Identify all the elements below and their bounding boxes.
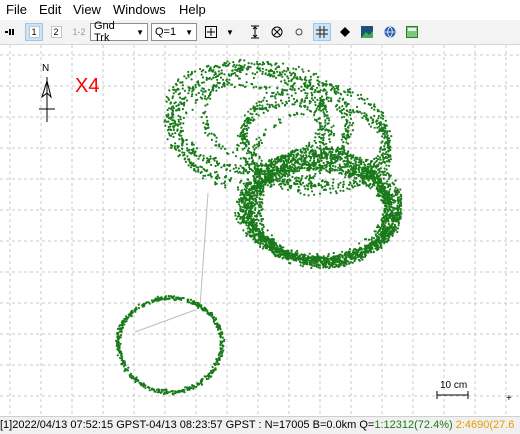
globe-icon[interactable] (381, 23, 399, 41)
center-fix-glyph (271, 26, 283, 38)
chevron-down-icon: ▼ (136, 28, 144, 37)
status-q2-count: 2:4690(27.6 (453, 419, 515, 431)
overlay-label-x4: X4 (75, 75, 99, 97)
point-icon[interactable] (336, 23, 354, 41)
fit-vertical-icon[interactable] (246, 23, 264, 41)
map-icon[interactable] (403, 23, 421, 41)
status-text: [1]2022/04/13 07:52:15 GPST-04/13 08:23:… (0, 419, 374, 431)
menu-edit[interactable]: Edit (39, 2, 61, 17)
grid-glyph (316, 26, 328, 38)
receiver-12-button[interactable]: 1-2 (70, 23, 88, 41)
menu-windows[interactable]: Windows (113, 2, 166, 17)
ground-track-points (115, 59, 403, 396)
center-origin-glyph (205, 26, 217, 38)
fit-vertical-glyph (250, 25, 260, 39)
status-q1-count: 1:12312(72.4%) (374, 419, 452, 431)
split-icon[interactable] (2, 23, 20, 41)
status-bar: [1]2022/04/13 07:52:15 GPST-04/13 08:23:… (0, 416, 520, 434)
map-glyph (406, 26, 418, 38)
receiver-1-label: 1 (29, 26, 40, 38)
point-glyph (340, 27, 350, 37)
circle-glyph (294, 27, 304, 37)
receiver-2-label: 2 (51, 26, 62, 38)
menu-bar: File Edit View Windows Help (0, 0, 520, 20)
toolbar: 1 2 1-2 Gnd Trk ▼ Q=1 ▼ ▼ (0, 20, 520, 45)
plot-grid (0, 45, 520, 415)
circle-icon[interactable] (290, 23, 308, 41)
chevron-down-icon: ▼ (185, 28, 193, 37)
plot-type-select[interactable]: Gnd Trk ▼ (90, 23, 148, 41)
origin-marker-icon: + (506, 393, 512, 404)
scale-bar (437, 391, 468, 399)
split-icon-glyph (5, 27, 17, 37)
menu-file[interactable]: File (6, 2, 27, 17)
grid-icon[interactable] (313, 23, 331, 41)
receiver-2-button[interactable]: 2 (47, 23, 65, 41)
ground-track-plot[interactable]: N X4 10 cm + (0, 45, 520, 415)
quality-select[interactable]: Q=1 ▼ (151, 23, 197, 41)
image-glyph (361, 26, 373, 38)
chevron-down-icon[interactable]: ▼ (223, 23, 237, 41)
quality-value: Q=1 (155, 26, 176, 38)
menu-help[interactable]: Help (179, 2, 206, 17)
scale-bar-label: 10 cm (440, 380, 467, 391)
north-label: N (42, 63, 49, 74)
receiver-1-button[interactable]: 1 (25, 23, 43, 41)
image-icon[interactable] (358, 23, 376, 41)
center-origin-icon[interactable] (202, 23, 220, 41)
menu-view[interactable]: View (73, 2, 101, 17)
ground-track-canvas[interactable]: N X4 10 cm + (0, 45, 520, 415)
globe-glyph (384, 26, 396, 38)
center-fix-icon[interactable] (268, 23, 286, 41)
plot-type-value: Gnd Trk (94, 20, 132, 44)
